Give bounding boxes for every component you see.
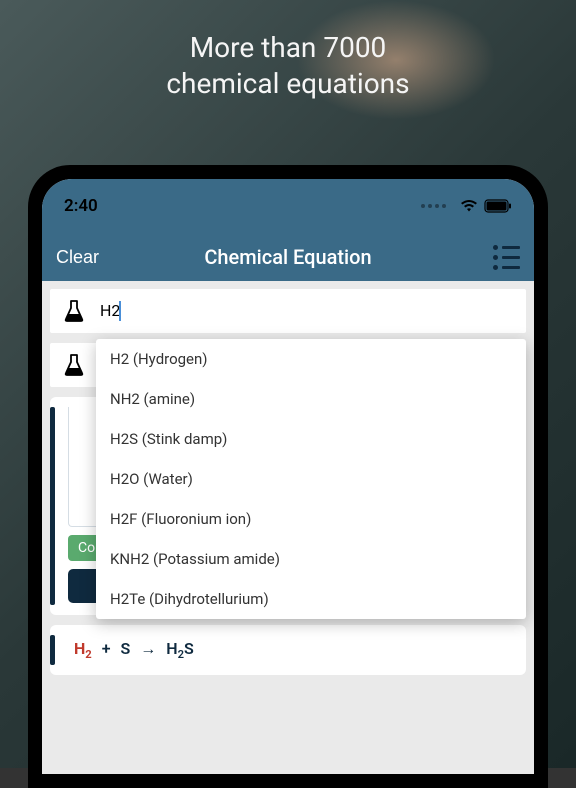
flask-icon	[62, 299, 86, 323]
page-title: Chemical Equation	[204, 245, 371, 269]
wifi-icon	[460, 199, 478, 213]
autocomplete-dropdown: H2 (Hydrogen) NH2 (amine) H2S (Stink dam…	[96, 339, 526, 619]
status-indicators	[421, 199, 512, 213]
equation-text: H2 + S → H2S	[74, 639, 194, 661]
cellular-dots	[421, 204, 446, 208]
card-accent-stripe	[50, 635, 55, 665]
suggestion-item[interactable]: H2F (Fluoronium ion)	[96, 499, 526, 539]
tablet-screen: 2:40 Clear Chemical Equation	[42, 179, 534, 774]
product-h2s: H2S	[166, 639, 194, 661]
arrow-symbol: →	[140, 639, 156, 659]
battery-icon	[484, 199, 512, 213]
suggestion-item[interactable]: NH2 (amine)	[96, 379, 526, 419]
suggestion-item[interactable]: H2Te (Dihydrotellurium)	[96, 579, 526, 619]
card-accent-stripe	[50, 407, 55, 605]
suggestion-item[interactable]: KNH2 (Potassium amide)	[96, 539, 526, 579]
content-area: H2 H2 (Hydrogen) NH2 (amine) H2S (Stink …	[42, 281, 534, 774]
navigation-bar: Clear Chemical Equation	[42, 233, 534, 281]
suggestion-item[interactable]: H2 (Hydrogen)	[96, 339, 526, 379]
search-input[interactable]: H2	[100, 301, 121, 322]
suggestion-item[interactable]: H2S (Stink damp)	[96, 419, 526, 459]
reactant-s: S	[121, 639, 131, 658]
suggestion-item[interactable]: H2O (Water)	[96, 459, 526, 499]
promo-line-1: More than 7000	[0, 30, 576, 66]
tablet-frame: 2:40 Clear Chemical Equation	[28, 165, 548, 788]
equation-card[interactable]: H2 + S → H2S	[50, 625, 526, 675]
clear-button[interactable]: Clear	[56, 247, 99, 268]
promo-line-2: chemical equations	[0, 66, 576, 102]
status-bar: 2:40	[42, 179, 534, 233]
flask-icon	[62, 353, 86, 377]
menu-button[interactable]	[493, 245, 520, 270]
plus-symbol: +	[102, 639, 111, 658]
reactant-h2: H2	[74, 639, 92, 661]
promo-headline: More than 7000 chemical equations	[0, 30, 576, 103]
status-time: 2:40	[64, 196, 98, 216]
search-row-reactant[interactable]: H2	[50, 289, 526, 333]
